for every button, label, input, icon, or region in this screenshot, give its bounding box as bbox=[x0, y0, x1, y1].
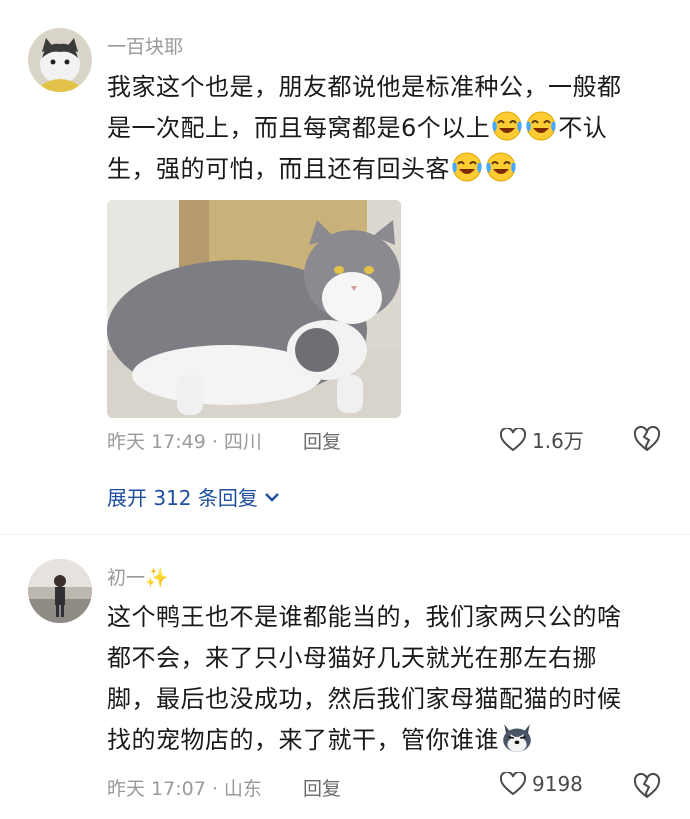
reply-button[interactable]: 回复 bbox=[303, 427, 341, 454]
heart-icon bbox=[500, 427, 526, 451]
broken-heart-icon[interactable] bbox=[633, 425, 661, 453]
comment-meta: 昨天 17:07 · 山东 回复 9198 bbox=[107, 772, 667, 804]
comment-text-line: 脚，最后也没成功，然后我们家母猫配猫的时候 bbox=[107, 685, 622, 713]
expand-replies-link[interactable]: 展开 312 条回复 bbox=[107, 482, 280, 511]
comment-text-line: 都不会，来了只小母猫好几天就光在那左右挪 bbox=[107, 644, 597, 672]
username[interactable]: 一百块耶 bbox=[107, 32, 183, 59]
username[interactable]: 初一✨ bbox=[107, 563, 169, 590]
husky-dog-emoji-icon bbox=[503, 724, 531, 752]
comment-text-segment: 找的宠物店的，来了就干，管你谁谁 bbox=[107, 726, 499, 754]
like-button[interactable]: 1.6万 bbox=[500, 425, 584, 454]
avatar[interactable] bbox=[28, 559, 92, 623]
comment-text: 这个鸭王也不是谁都能当的，我们家两只公的啥 都不会，来了只小母猫好几天就光在那左… bbox=[107, 597, 672, 761]
laughing-crying-emoji-icon bbox=[485, 152, 517, 182]
chevron-down-icon bbox=[265, 492, 279, 502]
timestamp-location: 昨天 17:07 · 山东 bbox=[107, 778, 262, 800]
comment-text: 我家这个也是，朋友都说他是标准种公，一般都 是一次配上，而且每窝都是6个以上 不认… bbox=[107, 67, 672, 190]
laughing-crying-emoji-icon bbox=[525, 111, 557, 141]
expand-replies-label: 展开 312 条回复 bbox=[107, 486, 258, 510]
comment-text-segment: 不认 bbox=[558, 114, 608, 142]
reply-button[interactable]: 回复 bbox=[303, 774, 341, 801]
broken-heart-icon[interactable] bbox=[633, 772, 661, 800]
comment-photo[interactable] bbox=[107, 200, 401, 418]
comment-text-segment: 是一次配上，而且每窝都是6个以上 bbox=[107, 114, 491, 142]
divider bbox=[0, 534, 690, 535]
comment-text-line: 这个鸭王也不是谁都能当的，我们家两只公的啥 bbox=[107, 603, 622, 631]
like-count: 1.6万 bbox=[532, 429, 584, 453]
comment-text-line: 是一次配上，而且每窝都是6个以上 不认 bbox=[107, 108, 672, 149]
timestamp-location: 昨天 17:49 · 四川 bbox=[107, 431, 262, 453]
comment-meta: 昨天 17:49 · 四川 回复 1.6万 bbox=[107, 425, 667, 457]
comment-text-segment: 生，强的可怕，而且还有回头客 bbox=[107, 155, 450, 183]
like-count: 9198 bbox=[532, 772, 583, 796]
laughing-crying-emoji-icon bbox=[491, 111, 523, 141]
avatar[interactable] bbox=[28, 28, 92, 92]
laughing-crying-emoji-icon bbox=[451, 152, 483, 182]
like-button[interactable]: 9198 bbox=[500, 772, 583, 796]
comment-text-line: 生，强的可怕，而且还有回头客 bbox=[107, 149, 672, 190]
heart-icon bbox=[500, 772, 526, 796]
comment-text-line: 找的宠物店的，来了就干，管你谁谁 bbox=[107, 720, 672, 761]
comment-text-line: 我家这个也是，朋友都说他是标准种公，一般都 bbox=[107, 73, 622, 101]
